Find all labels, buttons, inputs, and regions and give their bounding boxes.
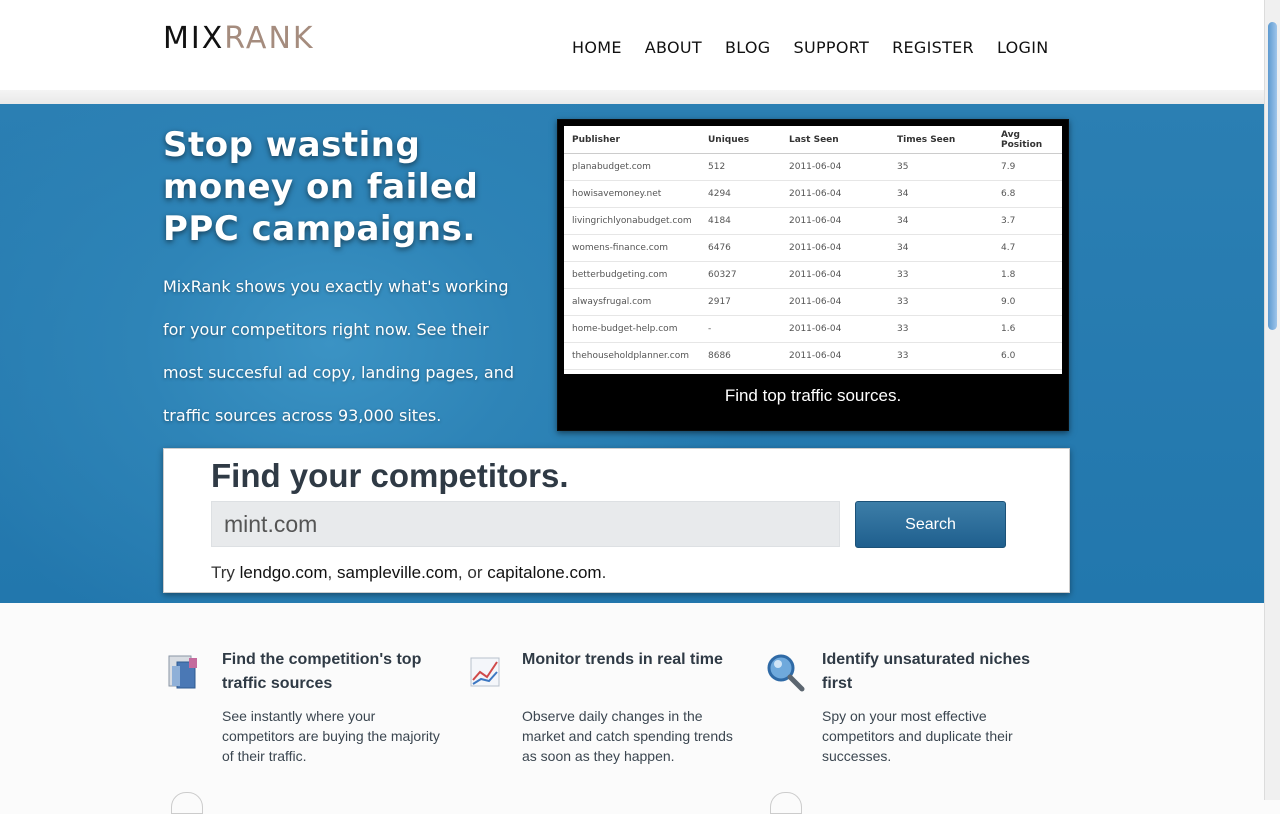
preview-table-cell: 2011-06-04 [781, 342, 889, 370]
preview-table-cell: 2011-06-04 [781, 315, 889, 343]
preview-table-cell: livingrichlyonabudget.com [564, 207, 700, 235]
preview-table-cell: 4.1 [993, 369, 1062, 374]
traffic-sources-icon [168, 655, 197, 689]
preview-table-body: planabudget.com 512 2011-06-04 35 7.9 howisav… [564, 153, 1062, 374]
preview-table-cell: 2917 [700, 288, 781, 316]
preview-table-row: alwaysfrugal.com 2917 2011-06-04 33 9.0 [564, 288, 1062, 316]
preview-table-row: startmybudget.com16332011-06-04324.1 [564, 369, 1062, 374]
header-divider [0, 90, 1264, 104]
traffic-sources-preview: Publisher Uniques Last Seen Times Seen A… [557, 119, 1069, 431]
preview-table-cell: 8686 [700, 342, 781, 370]
scrollbar-thumb[interactable] [1268, 22, 1277, 330]
feature-icon-partial [770, 792, 802, 814]
feature-text: Observe daily changes in the market and … [522, 708, 733, 764]
preview-table-cell: 4.7 [993, 234, 1062, 262]
competitor-search-box: Find your competitors. Search Try lendgo… [163, 448, 1070, 593]
preview-table-cell: 6.0 [993, 342, 1062, 370]
preview-table-cell: howisavemoney.net [564, 180, 700, 208]
preview-table-cell: 9.0 [993, 288, 1062, 316]
preview-table-cell: 60327 [700, 261, 781, 289]
preview-table-cell: 33 [889, 288, 993, 316]
preview-table-cell: planabudget.com [564, 153, 700, 181]
preview-table-row: home-budget-help.com -2011-06-04 33 1.6 [564, 315, 1062, 343]
preview-table-cell: 2011-06-04 [781, 369, 889, 374]
preview-table-row: betterbudgeting.com 60327 2011-06-04 33 1.8 [564, 261, 1062, 289]
preview-table-cell: 33 [889, 315, 993, 343]
preview-caption: Find top traffic sources. [724, 386, 902, 405]
preview-table-cell: 6476 [700, 234, 781, 262]
hero-description: MixRank shows you exactly what's working… [163, 277, 514, 425]
search-button[interactable]: Search [855, 501, 1006, 548]
feature-title: Identify unsaturated niches first [822, 651, 1031, 692]
preview-table-cell: 2011-06-04 [781, 234, 889, 262]
col-avg-position: Avg Position [993, 126, 1062, 154]
preview-table-cell: 6.8 [993, 180, 1062, 208]
preview-table-cell: - [700, 315, 781, 343]
competitor-search-input[interactable] [211, 501, 840, 547]
nav-support[interactable]: SUPPORT [793, 38, 869, 57]
col-publisher: Publisher [564, 126, 700, 154]
magnifier-icon [767, 654, 805, 692]
preview-table-cell: 3.7 [993, 207, 1062, 235]
preview-table-cell: 7.9 [993, 153, 1062, 181]
preview-table-cell: 2011-06-04 [781, 261, 889, 289]
preview-table-container: Publisher Uniques Last Seen Times Seen A… [564, 126, 1062, 374]
preview-table-cell: 1633 [700, 369, 781, 374]
site-header: MIXRANK HOME ABOUT BLOG SUPPORT REGISTER… [0, 0, 1264, 90]
nav-login[interactable]: LOGIN [997, 38, 1049, 57]
feature-title: Find the competition's top traffic sourc… [222, 651, 422, 692]
hero-headline: Stop wasting money on failed PPC campaig… [163, 125, 479, 249]
example-capitalone-link[interactable]: capitalone.com [487, 563, 601, 582]
nav-register[interactable]: REGISTER [892, 38, 974, 57]
mixrank-logo[interactable]: MIXRANK [163, 22, 315, 56]
preview-table-cell: alwaysfrugal.com [564, 288, 700, 316]
preview-table-cell: 2011-06-04 [781, 180, 889, 208]
preview-table-cell: 33 [889, 342, 993, 370]
preview-table-cell: 512 [700, 153, 781, 181]
preview-table-cell: home-budget-help.com [564, 315, 700, 343]
preview-table-row: livingrichlyonabudget.com 4184 2011-06-04 3… [564, 207, 1062, 235]
nav-about[interactable]: ABOUT [645, 38, 702, 57]
preview-table-cell: 2011-06-04 [781, 288, 889, 316]
col-uniques: Uniques [700, 126, 781, 154]
preview-table-cell: startmybudget.com [564, 369, 700, 374]
feature-title: Monitor trends in real time [522, 651, 723, 668]
hero-section: Stop wasting money on failed PPC campaig… [0, 104, 1264, 603]
preview-table-row: planabudget.com 512 2011-06-04 35 7.9 [564, 153, 1062, 181]
preview-table-header: Publisher Uniques Last Seen Times Seen A… [564, 126, 1062, 154]
nav-blog[interactable]: BLOG [725, 38, 771, 57]
nav-home[interactable]: HOME [572, 38, 622, 57]
preview-table-cell: 1.6 [993, 315, 1062, 343]
col-times-seen: Times Seen [889, 126, 993, 154]
main-nav: HOME ABOUT BLOG SUPPORT REGISTER LOGIN [572, 38, 1049, 57]
preview-table-row: womens-finance.com 6476 2011-06-04 34 4.7 [564, 234, 1062, 262]
preview-table-cell: 32 [889, 369, 993, 374]
vertical-scrollbar[interactable] [1264, 0, 1280, 800]
preview-table-cell: womens-finance.com [564, 234, 700, 262]
feature-icon-partial [171, 792, 203, 814]
feature-text: See instantly where your competitors are… [222, 708, 440, 764]
preview-table-cell: 34 [889, 234, 993, 262]
preview-table-cell: 4184 [700, 207, 781, 235]
preview-table-cell: 34 [889, 180, 993, 208]
preview-table-row: howisavemoney.net 4294 2011-06-04 34 6.8 [564, 180, 1062, 208]
col-last-seen: Last Seen [781, 126, 889, 154]
search-examples: Try lendgo.com, sampleville.com, or capi… [211, 563, 607, 582]
preview-table-cell: 2011-06-04 [781, 207, 889, 235]
preview-table-cell: 4294 [700, 180, 781, 208]
preview-table-row: thehouseholdplanner.com 8686 2011-06-04 33 6… [564, 342, 1062, 370]
preview-table: Publisher Uniques Last Seen Times Seen A… [564, 126, 1062, 374]
trend-chart-icon [470, 657, 500, 687]
preview-table-cell: betterbudgeting.com [564, 261, 700, 289]
example-sampleville-link[interactable]: sampleville.com [337, 563, 458, 582]
example-lendgo-link[interactable]: lendgo.com [240, 563, 328, 582]
feature-text: Spy on your most effective competitors a… [822, 708, 1013, 764]
preview-table-cell: 2011-06-04 [781, 153, 889, 181]
search-title: Find your competitors. [211, 457, 569, 494]
preview-table-cell: thehouseholdplanner.com [564, 342, 700, 370]
preview-table-cell: 34 [889, 207, 993, 235]
preview-table-cell: 35 [889, 153, 993, 181]
preview-table-cell: 33 [889, 261, 993, 289]
preview-table-cell: 1.8 [993, 261, 1062, 289]
